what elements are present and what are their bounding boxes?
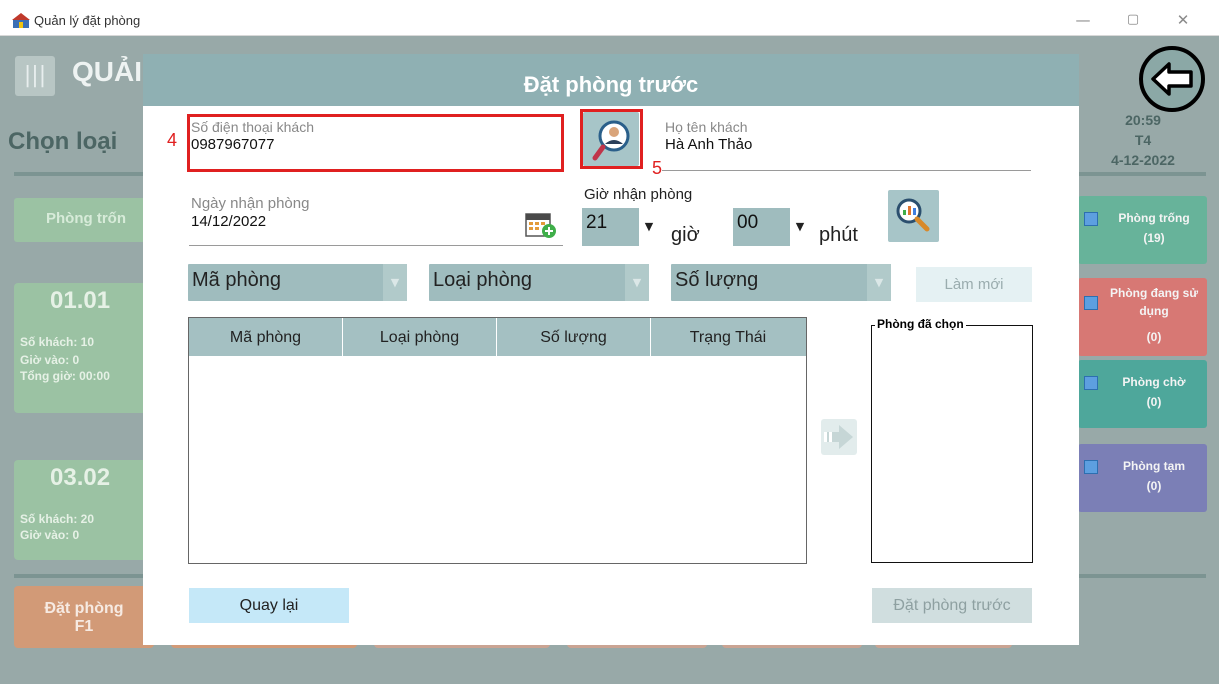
refresh-button[interactable]: Làm mới (916, 267, 1032, 302)
status-count: (0) (1146, 479, 1162, 493)
back-button[interactable]: Quay lại (189, 588, 349, 623)
column-header[interactable]: Số lượng (497, 318, 651, 356)
room-line: Số khách: 10 (20, 335, 95, 349)
checkin-date-input[interactable]: 14/12/2022 (191, 213, 266, 230)
close-button[interactable]: ✕ (1168, 8, 1198, 32)
checkin-date-label: Ngày nhận phòng (191, 195, 310, 212)
fkey-label: Đặt phòng (44, 600, 124, 617)
back-arrow-icon[interactable] (1139, 46, 1205, 112)
minute-unit: phút (819, 224, 858, 246)
annotation-marker: 5 (652, 158, 663, 178)
room-code-filter[interactable]: Mã phòng ▼ (188, 264, 407, 301)
room-line: Tổng giờ: 00:00 (20, 369, 110, 383)
clock: 20:59 T4 4-12-2022 (1078, 110, 1208, 170)
hour-select[interactable]: 21 ▼ (582, 208, 659, 246)
room-card[interactable]: 01.01 Số khách: 10 Giờ vào: 0 Tổng giờ: … (14, 283, 154, 413)
status-label: Phòng đang sử dụng (1109, 286, 1199, 318)
room-card[interactable]: 03.02 Số khách: 20 Giờ vào: 0 (14, 460, 154, 560)
status-card-temporary[interactable]: Phòng tạm (0) (1078, 444, 1207, 512)
calendar-add-icon[interactable] (525, 209, 557, 239)
room-status-icon (1084, 296, 1098, 310)
status-card-waiting[interactable]: Phòng chờ (0) (1078, 360, 1207, 428)
annotation-marker: 4 (167, 130, 178, 150)
book-room-f1-button[interactable]: Đặt phòng F1 (14, 586, 154, 648)
chosen-rooms-list[interactable] (871, 325, 1033, 563)
column-header[interactable]: Mã phòng (189, 318, 343, 356)
hour-unit: giờ (671, 224, 700, 246)
minute-value: 00 (737, 212, 759, 233)
status-label: Phòng trống (1118, 211, 1190, 225)
clock-weekday: T4 (1134, 132, 1152, 148)
app-title: QUẢI (72, 56, 142, 87)
chevron-down-icon: ▼ (639, 208, 659, 246)
clock-time: 20:59 (1125, 112, 1161, 128)
minute-select[interactable]: 00 ▼ (733, 208, 810, 246)
chosen-rooms-title: Phòng đã chọn (875, 317, 966, 331)
room-status-icon (1084, 460, 1098, 474)
advance-booking-dialog: Đặt phòng trước Số điện thoại khách 0987… (143, 54, 1079, 645)
customer-name-input[interactable]: Hà Anh Thảo (665, 136, 752, 153)
room-status-icon (1084, 212, 1098, 226)
dialog-title: Đặt phòng trước (523, 72, 699, 97)
checkin-date-field[interactable]: Ngày nhận phòng 14/12/2022 (189, 192, 563, 246)
menu-icon[interactable]: ||| (15, 56, 55, 96)
customer-name-field[interactable]: Họ tên khách Hà Anh Thảo (662, 114, 1031, 171)
table-header: Mã phòng Loại phòng Số lượng Trạng Thái (189, 318, 806, 356)
room-type-filter[interactable]: Loại phòng ▼ (429, 264, 649, 301)
section-title: Chọn loại (8, 128, 118, 155)
window-titlebar: Quản lý đặt phòng — ▢ ✕ (0, 0, 1219, 36)
status-count: (0) (1146, 330, 1162, 344)
hotel-app-icon (12, 13, 30, 28)
maximize-button[interactable]: ▢ (1118, 8, 1148, 32)
room-line: Giờ vào: 0 (20, 528, 80, 542)
highlight-box (187, 114, 564, 172)
column-header[interactable]: Trạng Thái (651, 318, 805, 356)
room-line: Giờ vào: 0 (20, 353, 80, 367)
chevron-down-icon: ▼ (790, 208, 810, 246)
room-code: 01.01 (50, 287, 111, 314)
dialog-header: Đặt phòng trước (143, 54, 1079, 106)
window-title: Quản lý đặt phòng (34, 13, 141, 28)
quantity-filter-value: Số lượng (675, 269, 759, 291)
status-count: (0) (1146, 395, 1162, 409)
hour-value: 21 (586, 212, 608, 233)
status-card-available[interactable]: Phòng trống (19) (1078, 196, 1207, 264)
status-label: Phòng chờ (1122, 375, 1186, 389)
fkey-key: F1 (74, 618, 94, 635)
column-header[interactable]: Loại phòng (343, 318, 497, 356)
time-search-button[interactable] (888, 190, 939, 242)
quantity-filter[interactable]: Số lượng ▼ (671, 264, 891, 301)
room-type-filter-button[interactable]: Phòng trốn (14, 198, 164, 242)
room-code-filter-value: Mã phòng (192, 269, 281, 291)
chevron-down-icon: ▼ (867, 264, 891, 301)
clock-date: 4-12-2022 (1111, 152, 1175, 168)
time-search-icon (896, 198, 930, 232)
highlight-box (580, 109, 643, 169)
chevron-down-icon: ▼ (625, 264, 649, 301)
status-count: (19) (1143, 231, 1165, 245)
customer-name-label: Họ tên khách (665, 119, 748, 135)
submit-booking-button[interactable]: Đặt phòng trước (872, 588, 1032, 623)
room-line: Số khách: 20 (20, 512, 95, 526)
minimize-button[interactable]: — (1068, 8, 1098, 32)
room-type-filter-value: Loại phòng (433, 269, 532, 291)
status-label: Phòng tạm (1123, 459, 1185, 473)
status-card-in-use[interactable]: Phòng đang sử dụng (0) (1078, 278, 1207, 356)
add-to-chosen-button[interactable] (821, 419, 857, 455)
rooms-table[interactable]: Mã phòng Loại phòng Số lượng Trạng Thái (188, 317, 807, 564)
arrow-right-icon (824, 425, 853, 449)
chevron-down-icon: ▼ (383, 264, 407, 301)
room-status-icon (1084, 376, 1098, 390)
checkin-time-label: Giờ nhận phòng (584, 186, 693, 203)
room-code: 03.02 (50, 464, 111, 491)
